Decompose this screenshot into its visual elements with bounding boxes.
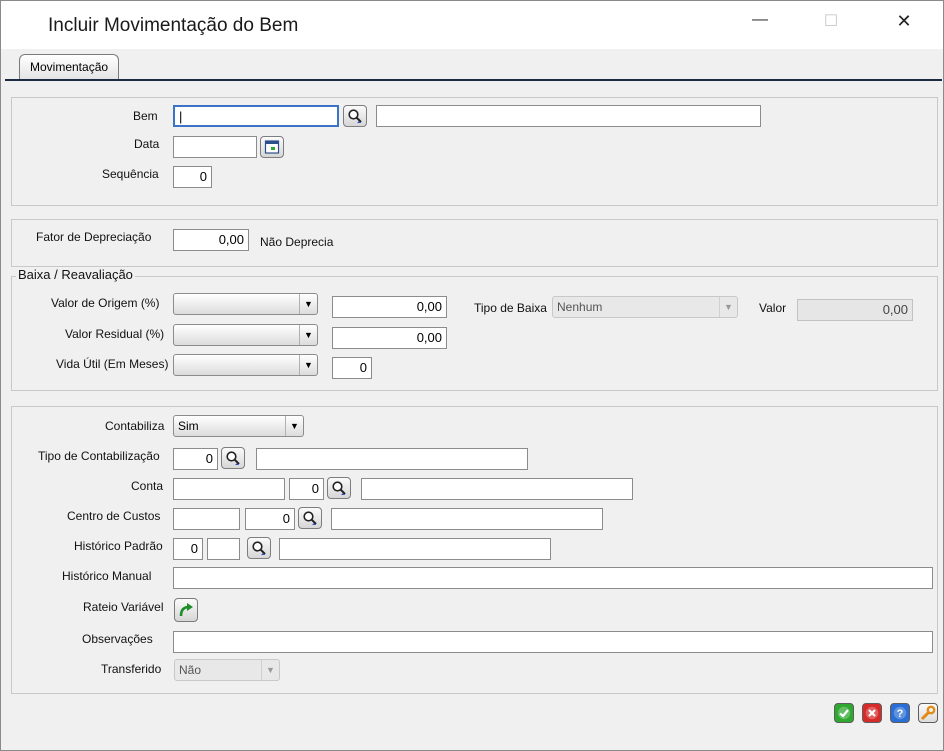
tipo-baixa-label: Tipo de Baixa [474, 301, 547, 315]
chevron-down-icon: ▼ [299, 355, 317, 375]
cancel-x-icon [865, 706, 879, 720]
contabiliza-select-value: Sim [178, 419, 199, 433]
chevron-down-icon: ▼ [719, 297, 737, 317]
conta-desc[interactable] [361, 478, 633, 500]
baixa-legend: Baixa / Reavaliação [16, 267, 135, 282]
nao-deprecia-status: Não Deprecia [260, 235, 334, 249]
dialog-window: Incluir Movimentação do Bem — ☐ ✕ Movime… [0, 0, 944, 751]
chevron-down-icon: ▼ [299, 294, 317, 314]
bem-description-field[interactable] [376, 105, 761, 127]
minimize-icon: — [752, 11, 768, 28]
window-title: Incluir Movimentação do Bem [48, 15, 299, 36]
close-icon: ✕ [896, 11, 912, 31]
centro-custos-desc[interactable] [331, 508, 603, 530]
green-arrow-icon [179, 603, 193, 617]
data-label: Data [134, 137, 160, 151]
fator-depreciacao-input[interactable]: 0,00 [173, 229, 249, 251]
tipo-baixa-select-value: Nenhum [557, 300, 603, 314]
help-button[interactable]: ? [890, 703, 910, 723]
historico-manual-input[interactable] [173, 567, 933, 589]
historico-padrao-desc[interactable] [279, 538, 551, 560]
search-icon [252, 541, 266, 555]
centro-custos-label: Centro de Custos [67, 509, 161, 523]
chevron-down-icon: ▼ [299, 325, 317, 345]
tipo-contabilizacao-code[interactable]: 0 [173, 448, 218, 470]
tab-underline [5, 79, 942, 81]
wrench-icon [920, 705, 936, 721]
tipo-contabilizacao-label: Tipo de Contabilização [38, 449, 160, 463]
tipo-contabilizacao-desc[interactable] [256, 448, 528, 470]
conta-search-button[interactable] [327, 477, 351, 499]
conta-code[interactable]: 0 [289, 478, 324, 500]
help-question-icon: ? [893, 706, 907, 720]
rateio-variavel-label: Rateio Variável [83, 600, 164, 614]
historico-manual-label: Histórico Manual [62, 569, 152, 583]
valor-origem-select[interactable]: ▼ [173, 293, 318, 315]
transferido-label: Transferido [101, 662, 162, 676]
historico-padrao-label: Histórico Padrão [74, 539, 163, 553]
maximize-icon: ☐ [823, 13, 839, 30]
conta-input[interactable] [173, 478, 285, 500]
rateio-variavel-button[interactable] [174, 598, 198, 622]
observacoes-label: Observações [82, 632, 153, 646]
movimentacao-panel: Bem | Data Sequência 0 Fator de Deprecia… [5, 83, 942, 747]
data-input[interactable] [173, 136, 257, 158]
chevron-down-icon: ▼ [261, 660, 279, 680]
title-bar: Incluir Movimentação do Bem — ☐ ✕ [1, 1, 943, 49]
calendar-button[interactable] [260, 136, 284, 158]
valor-origem-input[interactable]: 0,00 [332, 296, 447, 318]
sequencia-label: Sequência [102, 167, 159, 181]
search-icon [348, 109, 362, 123]
tab-movimentacao[interactable]: Movimentação [19, 54, 120, 79]
centro-custos-code[interactable]: 0 [245, 508, 295, 530]
vida-util-select[interactable]: ▼ [173, 354, 318, 376]
tab-strip: Movimentação [1, 49, 943, 81]
search-icon [226, 451, 240, 465]
tipo-baixa-select[interactable]: Nenhum ▼ [552, 296, 738, 318]
svg-text:?: ? [897, 708, 904, 720]
bem-input[interactable]: | [173, 105, 339, 127]
contabiliza-select[interactable]: Sim ▼ [173, 415, 304, 437]
centro-custos-input[interactable] [173, 508, 240, 530]
valor-residual-label: Valor Residual (%) [65, 327, 165, 341]
fator-depreciacao-label: Fator de Depreciação [36, 230, 152, 244]
valor-origem-label: Valor de Origem (%) [51, 296, 160, 310]
close-button[interactable]: ✕ [884, 11, 924, 39]
centro-custos-search-button[interactable] [298, 507, 322, 529]
calendar-icon [264, 140, 280, 154]
contabiliza-label: Contabiliza [105, 419, 165, 433]
vida-util-input[interactable]: 0 [332, 357, 372, 379]
search-icon [332, 481, 346, 495]
historico-padrao-sub[interactable] [207, 538, 240, 560]
observacoes-input[interactable] [173, 631, 933, 653]
minimize-button[interactable]: — [740, 11, 780, 39]
historico-padrao-code[interactable]: 0 [173, 538, 203, 560]
search-icon [303, 511, 317, 525]
tipo-contabilizacao-search-button[interactable] [221, 447, 245, 469]
cancel-button[interactable] [862, 703, 882, 723]
transferido-select-value: Não [179, 663, 202, 677]
ok-button[interactable] [834, 703, 854, 723]
valor-residual-input[interactable]: 0,00 [332, 327, 447, 349]
chevron-down-icon: ▼ [285, 416, 303, 436]
bem-label: Bem [133, 109, 158, 123]
valor-label: Valor [759, 301, 787, 315]
ok-check-icon [837, 706, 851, 720]
conta-label: Conta [131, 479, 164, 493]
valor-residual-select[interactable]: ▼ [173, 324, 318, 346]
vida-util-label: Vida Útil (Em Meses) [56, 357, 169, 371]
historico-padrao-search-button[interactable] [247, 537, 271, 559]
bem-search-button[interactable] [343, 105, 367, 127]
tools-button[interactable] [918, 703, 938, 723]
valor-field: 0,00 [797, 299, 913, 321]
maximize-button[interactable]: ☐ [811, 11, 851, 39]
tab-movimentacao-label: Movimentação [30, 60, 109, 74]
sequencia-input[interactable]: 0 [173, 166, 212, 188]
transferido-select[interactable]: Não ▼ [174, 659, 280, 681]
